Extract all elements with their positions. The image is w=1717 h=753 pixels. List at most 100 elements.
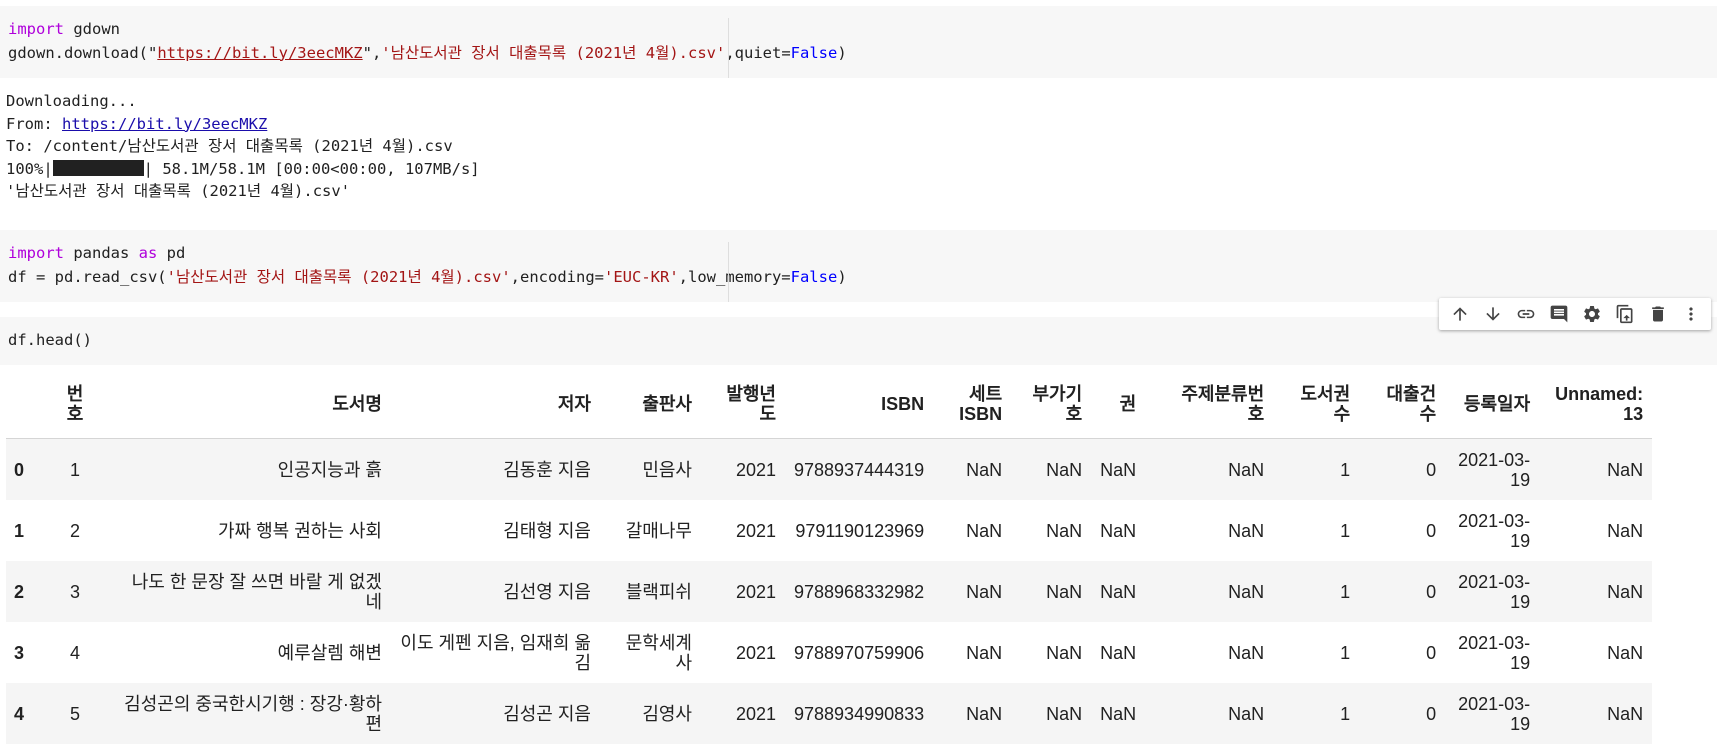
table-cell: NaN xyxy=(1091,561,1145,622)
column-header: 세트 ISBN xyxy=(933,370,1012,439)
code-line[interactable]: import gdown xyxy=(8,18,1717,42)
column-header: 발행년 도 xyxy=(701,370,785,439)
cell-text: 0 xyxy=(1426,642,1437,663)
cell-text: 김성곤 지음 xyxy=(503,703,591,724)
table-cell: 0 xyxy=(1359,561,1445,622)
mirror-cell-button[interactable] xyxy=(1610,299,1640,329)
code-line[interactable]: df.head() xyxy=(8,329,1717,353)
cell-text: NaN xyxy=(966,459,1003,480)
cell-text: NaN xyxy=(1607,520,1644,541)
cell-text: NaN xyxy=(1100,581,1137,602)
cell-text: 4 xyxy=(69,642,80,663)
string-token: '남산도서관 장서 대출목록 (2021년 4월).csv' xyxy=(381,43,726,62)
output-line: From: https://bit.ly/3eecMKZ xyxy=(6,113,480,136)
boolean-token: False xyxy=(790,267,838,286)
table-cell: 4 xyxy=(48,622,102,683)
table-cell: NaN xyxy=(1145,500,1273,561)
table-cell: 김성곤의 중국한시기행 : 장강·황하 편 xyxy=(102,683,391,744)
table-header-row: 번 호 도서명 저자 출판사 발행년 도 ISBN 세트 ISBN 부가기 호 … xyxy=(6,370,1653,439)
cell-text: 2021-03- 19 xyxy=(1458,449,1531,490)
cell-text: 갈매나무 xyxy=(625,520,692,541)
download-link[interactable]: https://bit.ly/3eecMKZ xyxy=(62,115,267,133)
link-button[interactable] xyxy=(1511,299,1541,329)
code-line[interactable]: gdown.download("https://bit.ly/3eecMKZ",… xyxy=(8,42,1717,66)
code-cell-gdown[interactable]: import gdown gdown.download("https://bit… xyxy=(0,6,1717,78)
cell-text: 2021-03- 19 xyxy=(1458,693,1531,734)
code-token: df = pd.read_csv( xyxy=(8,267,167,286)
link-icon xyxy=(1517,309,1534,319)
cell-text: NaN xyxy=(966,581,1003,602)
delete-cell-button[interactable] xyxy=(1643,299,1673,329)
cell-text: 1 xyxy=(69,459,80,480)
cell-text: NaN xyxy=(966,703,1003,724)
code-token: df.head() xyxy=(8,331,92,349)
code-cell-read-csv[interactable]: import pandas as pd df = pd.read_csv('남산… xyxy=(0,230,1717,302)
cell-text: 2021 xyxy=(735,703,776,724)
table-cell: 0 xyxy=(1359,622,1445,683)
cell-text: 가짜 행복 권하는 사회 xyxy=(217,520,382,541)
cell-text: 2 xyxy=(69,520,80,541)
url-token: https://bit.ly/3eecMKZ xyxy=(157,43,363,62)
table-cell: 9791190123969 xyxy=(785,500,933,561)
mirror-cell-icon xyxy=(1616,304,1632,324)
progress-stats: | 58.1M/58.1M [00:00<00:00, 107MB/s] xyxy=(143,159,480,178)
output-line: '남산도서관 장서 대출목록 (2021년 4월).csv' xyxy=(6,182,351,200)
cell-text: NaN xyxy=(1046,581,1083,602)
table-cell: NaN xyxy=(1011,500,1091,561)
code-token: gdown.download(" xyxy=(8,43,158,62)
cell-text: 5 xyxy=(69,703,80,724)
move-up-button[interactable] xyxy=(1445,299,1475,329)
cell-text: 9788937444319 xyxy=(794,459,925,480)
progress-line: 100%| | 58.1M/58.1M [00:00<00:00, 107MB/s… xyxy=(6,158,480,181)
cell-text: 김선영 지음 xyxy=(503,581,591,602)
boolean-token: False xyxy=(790,43,838,62)
line-ruler xyxy=(728,18,729,78)
cell-text: NaN xyxy=(1228,581,1265,602)
column-header: 출판사 xyxy=(600,370,701,439)
settings-button[interactable] xyxy=(1577,299,1607,329)
code-line[interactable]: df = pd.read_csv('남산도서관 장서 대출목록 (2021년 4… xyxy=(8,266,1717,290)
table-cell: NaN xyxy=(933,622,1011,683)
code-token: gdown xyxy=(64,20,120,38)
table-cell: 2021 xyxy=(701,561,785,622)
cell-text: 예루살렘 해변 xyxy=(277,642,382,663)
more-options-button[interactable] xyxy=(1676,299,1706,329)
table-cell: NaN xyxy=(933,439,1011,501)
code-token: ) xyxy=(837,43,847,62)
cell-text: 0 xyxy=(1426,520,1437,541)
table-cell: 2021-03- 19 xyxy=(1445,622,1539,683)
table-cell: NaN xyxy=(1011,683,1091,744)
cell-text: 1 xyxy=(1340,703,1351,724)
move-down-button[interactable] xyxy=(1478,299,1508,329)
cell-text: NaN xyxy=(1607,642,1644,663)
comment-button[interactable] xyxy=(1544,299,1574,329)
cell-text: NaN xyxy=(1046,642,1083,663)
cell-text: NaN xyxy=(1607,703,1644,724)
column-header: 주제분류번 호 xyxy=(1145,370,1274,439)
cell-text: NaN xyxy=(1100,642,1137,663)
arrow-up-icon xyxy=(1452,307,1467,321)
keyword-token: import xyxy=(8,244,64,262)
cell-text: 나도 한 문장 잘 쓰면 바랄 게 없겠 네 xyxy=(131,571,382,612)
table-cell: 2021-03- 19 xyxy=(1445,439,1539,501)
table-cell: NaN xyxy=(1091,500,1145,561)
table-cell: NaN xyxy=(1539,622,1652,683)
cell-text: 2021 xyxy=(735,520,776,541)
table-cell: 블랙피쉬 xyxy=(600,561,701,622)
cell-text: 2021-03- 19 xyxy=(1458,510,1531,551)
cell-text: 인공지능과 흙 xyxy=(277,459,382,480)
table-cell: 1 xyxy=(1273,500,1359,561)
string-token: '남산도서관 장서 대출목록 (2021년 4월).csv' xyxy=(166,267,511,286)
dataframe-table: 번 호 도서명 저자 출판사 발행년 도 ISBN 세트 ISBN 부가기 호 … xyxy=(6,370,1653,744)
row-index: 0 xyxy=(14,459,25,480)
cell-text: NaN xyxy=(1228,520,1265,541)
code-token: ", xyxy=(362,43,382,62)
table-cell: NaN xyxy=(1539,439,1652,501)
cell-text: 2021-03- 19 xyxy=(1458,571,1531,612)
keyword-token: as xyxy=(138,244,158,262)
code-line[interactable]: import pandas as pd xyxy=(8,242,1717,266)
code-token: ,encoding= xyxy=(510,267,604,286)
string-token: 'EUC-KR' xyxy=(604,267,679,286)
row-index: 4 xyxy=(14,703,25,724)
table-row: 0 1 인공지능과 흙 김동훈 지음 민음사 2021 9788937444319 NaN Na… xyxy=(6,438,1653,501)
